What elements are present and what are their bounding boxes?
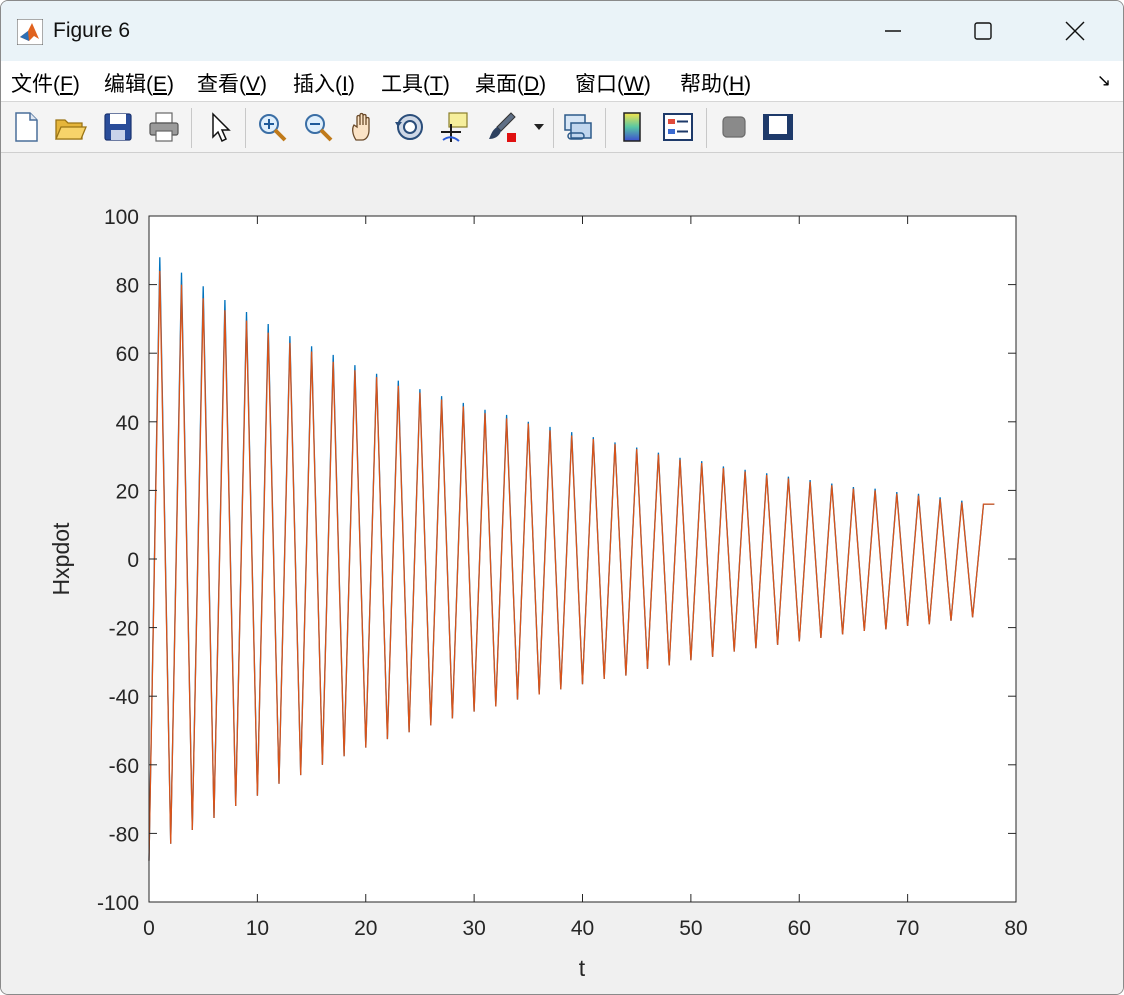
- menu-desktop-key: D: [524, 73, 540, 96]
- x-tick-label: 30: [462, 917, 485, 940]
- menu-edit-key: E: [153, 73, 168, 96]
- menu-desktop[interactable]: 桌面(D): [475, 68, 546, 98]
- menu-insert-text: 插入(: [293, 73, 342, 96]
- y-tick-label: -20: [109, 618, 139, 641]
- toolbar-separator: [706, 108, 707, 148]
- menu-edit-tail: ): [167, 73, 175, 96]
- matlab-icon: [17, 19, 43, 45]
- data-cursor-icon[interactable]: [437, 110, 471, 144]
- menu-tools-text: 工具(: [381, 73, 430, 96]
- new-figure-icon[interactable]: [9, 110, 43, 144]
- toolbar-separator: [605, 108, 606, 148]
- show-plot-tools-icon[interactable]: [761, 110, 795, 144]
- menu-help-text: 帮助(: [680, 73, 729, 96]
- menu-file-key: F: [60, 73, 73, 96]
- y-tick-label: -80: [109, 823, 139, 846]
- menu-window-tail: ): [643, 73, 651, 96]
- line-chart: 0 10 20 30 40 50 60 70 80 -100 -80 -60 -40 -20 0 20 40 60…: [48, 206, 1028, 981]
- menu-window-text: 窗口(: [575, 73, 624, 96]
- dock-figure-icon[interactable]: ↘: [1097, 71, 1111, 91]
- hide-plot-tools-icon[interactable]: [717, 110, 751, 144]
- menu-desktop-text: 桌面(: [475, 73, 524, 96]
- menu-window[interactable]: 窗口(W): [575, 68, 651, 98]
- window-title: Figure 6: [53, 19, 131, 42]
- brush-icon[interactable]: [485, 110, 519, 144]
- figure-canvas: 0 10 20 30 40 50 60 70 80 -100 -80 -60 -40 -20 0 20 40 60…: [1, 153, 1123, 994]
- maximize-icon: [974, 22, 992, 40]
- y-tick-label: 100: [104, 206, 139, 229]
- y-tick-label: 20: [116, 480, 139, 503]
- y-tick-label: 40: [116, 412, 139, 435]
- x-tick-label: 50: [679, 917, 702, 940]
- menu-file-text: 文件(: [11, 73, 60, 96]
- x-tick-label: 40: [571, 917, 594, 940]
- menu-view[interactable]: 查看(V): [197, 68, 267, 98]
- x-tick-label: 10: [246, 917, 269, 940]
- print-icon[interactable]: [147, 110, 181, 144]
- y-tick-label: -60: [109, 755, 139, 778]
- close-button[interactable]: [1035, 11, 1115, 51]
- zoom-in-icon[interactable]: [255, 110, 289, 144]
- title-bar: Figure 6: [1, 1, 1123, 61]
- menu-help-key: H: [729, 73, 745, 96]
- toolbar-separator: [553, 108, 554, 148]
- y-tick-label: 0: [127, 549, 139, 572]
- close-icon: [1065, 21, 1085, 41]
- menu-tools-key: T: [430, 73, 443, 96]
- toolbar-separator: [191, 108, 192, 148]
- menu-view-key: V: [246, 73, 261, 96]
- axes-background: [149, 216, 1016, 902]
- legend-icon[interactable]: [661, 110, 695, 144]
- rotate-3d-icon[interactable]: [393, 110, 427, 144]
- y-axis-label: Hxpdot: [48, 522, 74, 595]
- x-tick-label: 20: [354, 917, 377, 940]
- menu-window-key: W: [624, 73, 644, 96]
- open-icon[interactable]: [53, 110, 87, 144]
- minimize-button[interactable]: [853, 11, 933, 51]
- menu-tools-tail: ): [442, 73, 450, 96]
- x-tick-label: 60: [788, 917, 811, 940]
- menu-view-text: 查看(: [197, 73, 246, 96]
- x-tick-label: 0: [143, 917, 155, 940]
- colorbar-icon[interactable]: [615, 110, 649, 144]
- y-tick-label: 80: [116, 275, 139, 298]
- menu-help-tail: ): [744, 73, 752, 96]
- menu-tools[interactable]: 工具(T): [381, 68, 450, 98]
- minimize-icon: [885, 30, 901, 32]
- y-tick-label: -100: [97, 892, 139, 915]
- x-tick-label: 80: [1004, 917, 1027, 940]
- menu-help[interactable]: 帮助(H): [680, 68, 751, 98]
- toolbar-separator: [245, 108, 246, 148]
- toolbar: [1, 102, 1123, 153]
- menu-desktop-tail: ): [539, 73, 547, 96]
- zoom-out-icon[interactable]: [301, 110, 335, 144]
- x-tick-label: 70: [896, 917, 919, 940]
- pan-icon[interactable]: [347, 110, 381, 144]
- menu-edit-text: 编辑(: [104, 73, 153, 96]
- brush-dropdown-arrow-icon[interactable]: [533, 122, 545, 132]
- menu-view-tail: ): [260, 73, 268, 96]
- menu-edit[interactable]: 编辑(E): [104, 68, 174, 98]
- figure-window: Figure 6 文件(F) 编辑(E) 查看(V) 插入(I) 工具(T) 桌…: [0, 0, 1124, 995]
- link-icon[interactable]: [561, 110, 595, 144]
- menu-bar: 文件(F) 编辑(E) 查看(V) 插入(I) 工具(T) 桌面(D) 窗口(W…: [1, 61, 1123, 102]
- maximize-button[interactable]: [943, 11, 1023, 51]
- pointer-icon[interactable]: [203, 110, 237, 144]
- x-axis-label: t: [579, 955, 586, 981]
- menu-insert[interactable]: 插入(I): [293, 68, 355, 98]
- menu-file-tail: ): [72, 73, 80, 96]
- y-tick-label: -40: [109, 686, 139, 709]
- menu-file[interactable]: 文件(F): [11, 68, 80, 98]
- menu-insert-tail: ): [347, 73, 355, 96]
- y-tick-label: 60: [116, 343, 139, 366]
- save-icon[interactable]: [101, 110, 135, 144]
